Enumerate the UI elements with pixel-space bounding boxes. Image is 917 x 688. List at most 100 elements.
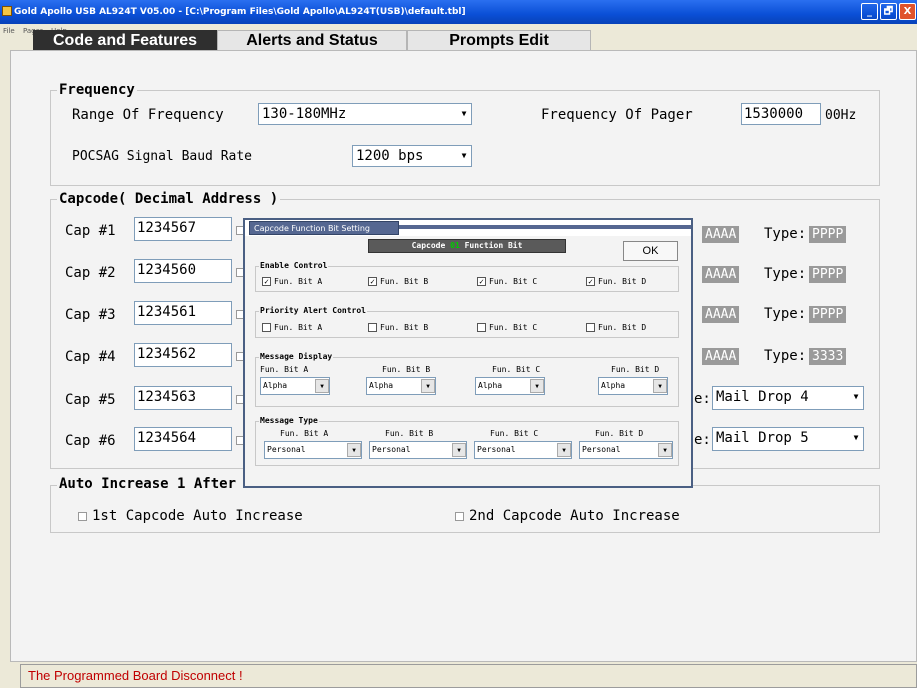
display-bit-a-select[interactable]: Alpha ▼ xyxy=(260,377,330,395)
ok-button[interactable]: OK xyxy=(623,241,678,261)
capcode-function-header: Capcode 01 Function Bit xyxy=(368,239,566,253)
capcode-header-prefix: Capcode xyxy=(411,241,446,250)
frequency-unit-label: 00Hz xyxy=(825,108,857,123)
tab-code-and-features[interactable]: Code and Features xyxy=(33,30,217,50)
priority-bit-b[interactable]: Fun. Bit B xyxy=(368,322,428,333)
chevron-down-icon[interactable]: ▼ xyxy=(849,428,863,450)
cap-4-type-value: 3333 xyxy=(809,348,847,365)
chevron-down-icon[interactable]: ▼ xyxy=(457,146,471,166)
checkbox-icon[interactable]: ✓ xyxy=(368,277,377,286)
tab-alerts-and-status[interactable]: Alerts and Status xyxy=(217,30,407,50)
chevron-down-icon[interactable]: ▼ xyxy=(653,379,667,393)
capcode-header-number: 01 xyxy=(450,241,460,250)
cap-2-type-label: Type: xyxy=(764,266,807,282)
cap-1-code: AAAA xyxy=(702,226,740,243)
baud-rate-value: 1200 bps xyxy=(356,148,424,164)
enable-bit-c[interactable]: ✓ Fun. Bit C xyxy=(477,276,537,287)
cap-2-label: Cap #2 xyxy=(65,265,116,281)
maximize-button[interactable]: 🗗 xyxy=(880,3,897,20)
type-bit-b-select[interactable]: Personal ▼ xyxy=(369,441,467,459)
chevron-down-icon[interactable]: ▼ xyxy=(658,443,672,457)
display-bit-b-select[interactable]: Alpha ▼ xyxy=(366,377,436,395)
checkbox-icon[interactable] xyxy=(78,511,87,521)
display-bit-c-select[interactable]: Alpha ▼ xyxy=(475,377,545,395)
cap-5-label: Cap #5 xyxy=(65,392,116,408)
cap-5-type-select[interactable]: Mail Drop 4 ▼ xyxy=(712,386,864,410)
checkbox-icon[interactable] xyxy=(368,323,377,332)
cap-1-input[interactable]: 1234567 xyxy=(134,217,232,241)
cap-1-type-label: Type: xyxy=(764,226,807,242)
cap-5-input[interactable]: 1234563 xyxy=(134,386,232,410)
checkbox-icon[interactable] xyxy=(477,323,486,332)
frequency-of-pager-input[interactable]: 1530000 xyxy=(741,103,821,125)
cap-4-code: AAAA xyxy=(702,348,740,365)
minimize-button[interactable]: _ xyxy=(861,3,878,20)
capcode-function-bit-dialog: Capcode Function Bit Setting Capcode 01 … xyxy=(243,218,693,488)
cap-3-code: AAAA xyxy=(702,306,740,323)
dialog-title-accent xyxy=(395,225,691,229)
cap-6-input[interactable]: 1234564 xyxy=(134,427,232,451)
checkbox-icon[interactable] xyxy=(586,323,595,332)
chevron-down-icon[interactable]: ▼ xyxy=(421,379,435,393)
type-bit-c-value: Personal xyxy=(477,445,516,454)
type-bit-d-label: Fun. Bit D xyxy=(595,429,644,438)
tab-prompts-edit[interactable]: Prompts Edit xyxy=(407,30,591,50)
baud-rate-select[interactable]: 1200 bps ▼ xyxy=(352,145,472,167)
chevron-down-icon[interactable]: ▼ xyxy=(849,387,863,409)
enable-bit-d[interactable]: ✓ Fun. Bit D xyxy=(586,276,646,287)
cap-4-input[interactable]: 1234562 xyxy=(134,343,232,367)
app-icon[interactable] xyxy=(2,6,12,16)
cap-6-type-prefix: e: xyxy=(694,432,711,448)
type-bit-a-select[interactable]: Personal ▼ xyxy=(264,441,362,459)
checkbox-icon[interactable] xyxy=(262,323,271,332)
cap-6-label: Cap #6 xyxy=(65,433,116,449)
chevron-down-icon[interactable]: ▼ xyxy=(452,443,466,457)
first-capcode-auto-increase-label: 1st Capcode Auto Increase xyxy=(92,508,303,524)
display-bit-d-value: Alpha xyxy=(601,381,626,390)
type-bit-a-value: Personal xyxy=(267,445,306,454)
type-bit-d-select[interactable]: Personal ▼ xyxy=(579,441,673,459)
chevron-down-icon[interactable]: ▼ xyxy=(347,443,361,457)
type-bit-c-select[interactable]: Personal ▼ xyxy=(474,441,572,459)
enable-bit-a[interactable]: ✓ Fun. Bit A xyxy=(262,276,322,287)
checkbox-icon[interactable]: ✓ xyxy=(262,277,271,286)
cap-3-input[interactable]: 1234561 xyxy=(134,301,232,325)
display-bit-a-value: Alpha xyxy=(263,381,288,390)
frequency-of-pager-label: Frequency Of Pager xyxy=(541,107,693,123)
cap-1-type-value: PPPP xyxy=(809,226,847,243)
cap-6-type-select[interactable]: Mail Drop 5 ▼ xyxy=(712,427,864,451)
cap-4-label: Cap #4 xyxy=(65,349,116,365)
enable-bit-a-label: Fun. Bit A xyxy=(274,277,323,286)
priority-bit-d[interactable]: Fun. Bit D xyxy=(586,322,646,333)
baud-rate-label: POCSAG Signal Baud Rate xyxy=(72,149,253,164)
second-capcode-auto-increase-option[interactable]: 2nd Capcode Auto Increase xyxy=(455,507,680,525)
menu-file[interactable]: File xyxy=(3,27,15,35)
enable-bit-d-label: Fun. Bit D xyxy=(598,277,647,286)
first-capcode-auto-increase-option[interactable]: 1st Capcode Auto Increase xyxy=(78,507,303,525)
chevron-down-icon[interactable]: ▼ xyxy=(457,104,471,124)
enable-bit-c-label: Fun. Bit C xyxy=(489,277,538,286)
checkbox-icon[interactable]: ✓ xyxy=(586,277,595,286)
range-of-frequency-select[interactable]: 130-180MHz ▼ xyxy=(258,103,472,125)
priority-bit-a[interactable]: Fun. Bit A xyxy=(262,322,322,333)
message-type-legend: Message Type xyxy=(259,416,319,426)
display-bit-a-label: Fun. Bit A xyxy=(260,365,309,374)
chevron-down-icon[interactable]: ▼ xyxy=(557,443,571,457)
cap-2-type-value: PPPP xyxy=(809,266,847,283)
cap-2-input[interactable]: 1234560 xyxy=(134,259,232,283)
message-display-legend: Message Display xyxy=(259,352,334,362)
cap-2-code: AAAA xyxy=(702,266,740,283)
checkbox-icon[interactable] xyxy=(455,511,464,521)
range-of-frequency-label: Range Of Frequency xyxy=(72,107,224,123)
chevron-down-icon[interactable]: ▼ xyxy=(530,379,544,393)
display-bit-d-select[interactable]: Alpha ▼ xyxy=(598,377,668,395)
enable-bit-b[interactable]: ✓ Fun. Bit B xyxy=(368,276,428,287)
capcode-header-suffix: Function Bit xyxy=(464,241,523,250)
close-button[interactable]: X xyxy=(899,3,916,20)
second-capcode-auto-increase-label: 2nd Capcode Auto Increase xyxy=(469,508,680,524)
chevron-down-icon[interactable]: ▼ xyxy=(315,379,329,393)
priority-bit-a-label: Fun. Bit A xyxy=(274,323,323,332)
checkbox-icon[interactable]: ✓ xyxy=(477,277,486,286)
priority-bit-c[interactable]: Fun. Bit C xyxy=(477,322,537,333)
status-message: The Programmed Board Disconnect ! xyxy=(28,668,243,683)
